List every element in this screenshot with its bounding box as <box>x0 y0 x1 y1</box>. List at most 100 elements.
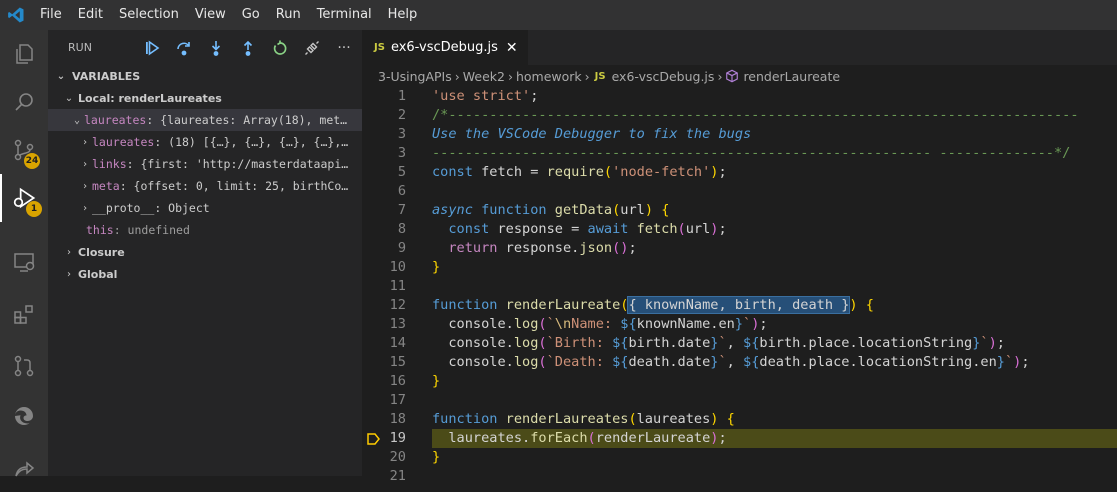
variable-row[interactable]: › laureates: (18) [{…}, {…}, {…}, {…},… <box>48 131 362 153</box>
remote-explorer-icon[interactable] <box>0 238 48 286</box>
code-token: ` <box>718 354 727 370</box>
chevron-right-icon: › <box>81 136 89 148</box>
breakpoint-gutter[interactable] <box>362 258 384 277</box>
scope-global[interactable]: › Global <box>48 263 362 285</box>
variable-row[interactable]: › __proto__: Object <box>48 197 362 219</box>
js-file-icon: JS <box>594 70 606 82</box>
tab-ex6-vscdebug[interactable]: JS ex6-vscDebug.js ✕ <box>362 30 528 65</box>
breakpoint-gutter[interactable] <box>362 391 384 410</box>
breakpoint-gutter[interactable] <box>362 163 384 182</box>
search-icon[interactable] <box>0 78 48 126</box>
extensions-icon[interactable] <box>0 290 48 338</box>
variables-section-header[interactable]: ⌄ VARIABLES <box>48 65 362 87</box>
edge-devtools-icon[interactable] <box>0 392 48 440</box>
explorer-icon[interactable] <box>0 30 48 78</box>
breakpoint-gutter[interactable] <box>362 277 384 296</box>
breakpoint-gutter[interactable] <box>362 448 384 467</box>
code-token: { <box>661 202 670 218</box>
breakpoint-gutter[interactable] <box>362 144 384 163</box>
menu-help[interactable]: Help <box>380 0 426 30</box>
step-into-icon[interactable] <box>200 36 232 60</box>
variable-row[interactable]: › meta: {offset: 0, limit: 25, birthCo… <box>48 175 362 197</box>
line-number: 1 <box>397 88 406 104</box>
variable-row[interactable]: ⌄ laureates: {laureates: Array(18), met… <box>48 109 362 131</box>
line-number: 14 <box>389 335 406 351</box>
code-token: Name: <box>571 316 621 332</box>
breakpoint-gutter[interactable] <box>362 315 384 334</box>
scope-local-label: Local: renderLaureates <box>78 91 222 105</box>
breadcrumb-item[interactable]: renderLaureate <box>743 69 840 84</box>
line-content <box>432 277 1117 296</box>
menu-edit[interactable]: Edit <box>70 0 111 30</box>
breakpoint-gutter[interactable] <box>362 296 384 315</box>
breakpoint-gutter[interactable] <box>362 334 384 353</box>
variable-name: meta <box>92 179 120 193</box>
close-icon[interactable]: ✕ <box>506 40 518 56</box>
breakpoint-gutter[interactable] <box>362 410 384 429</box>
menu-terminal[interactable]: Terminal <box>309 0 380 30</box>
variable-row[interactable]: › links: {first: 'http://masterdataapi… <box>48 153 362 175</box>
code-token: ` <box>1004 354 1014 370</box>
breadcrumb-item[interactable]: 3-UsingAPIs <box>378 69 452 84</box>
breakpoint-gutter[interactable] <box>362 182 384 201</box>
line-number: 3 <box>397 145 406 161</box>
variable-value: : {offset: 0, limit: 25, birthCo… <box>119 179 349 193</box>
menu-selection[interactable]: Selection <box>111 0 187 30</box>
disconnect-icon[interactable] <box>296 36 328 60</box>
line-number: 19 <box>389 430 406 446</box>
line-number: 10 <box>389 259 406 275</box>
run-debug-sidebar: RUN ··· ⌄ VARIABLES ⌄ Local: renderLaure… <box>48 30 362 476</box>
continue-icon[interactable] <box>136 36 168 60</box>
breadcrumb-item[interactable]: homework <box>516 69 582 84</box>
breakpoint-gutter[interactable] <box>362 372 384 391</box>
step-over-icon[interactable] <box>168 36 200 60</box>
code-editor[interactable]: 1 'use strict'; 2 /*-----------------------… <box>362 87 1117 486</box>
code-token: ; <box>718 164 727 180</box>
breakpoint-gutter[interactable] <box>362 87 384 106</box>
scope-closure[interactable]: › Closure <box>48 241 362 263</box>
code-token: ; <box>530 88 539 104</box>
chevron-right-icon: › <box>507 68 513 84</box>
chevron-right-icon: › <box>584 68 590 84</box>
line-content: } <box>432 372 1117 391</box>
breakpoint-gutter[interactable] <box>362 201 384 220</box>
code-token: response. <box>497 240 580 256</box>
menu-bar: File Edit Selection View Go Run Terminal Help <box>32 0 425 30</box>
step-out-icon[interactable] <box>232 36 264 60</box>
breadcrumb-item[interactable]: ex6-vscDebug.js <box>612 69 715 84</box>
tab-label: ex6-vscDebug.js <box>390 40 498 55</box>
git-pull-request-icon[interactable] <box>0 342 48 390</box>
code-token: ----------------------------------------… <box>432 145 1071 161</box>
breakpoint-gutter[interactable] <box>362 125 384 144</box>
live-share-icon[interactable] <box>0 444 48 492</box>
breadcrumb-item[interactable]: Week2 <box>463 69 505 84</box>
code-token: async <box>432 202 473 218</box>
code-token: ; <box>759 316 768 332</box>
breakpoint-gutter[interactable] <box>362 353 384 372</box>
breakpoint-gutter[interactable] <box>362 467 384 486</box>
run-debug-icon[interactable]: 1 <box>0 174 48 222</box>
current-line-pointer-icon[interactable] <box>362 429 384 448</box>
menu-file[interactable]: File <box>32 0 70 30</box>
code-token: ${ <box>612 354 629 370</box>
menu-run[interactable]: Run <box>268 0 309 30</box>
line-number: 2 <box>397 107 406 123</box>
menu-go[interactable]: Go <box>234 0 268 30</box>
source-control-icon[interactable]: 24 <box>0 126 48 174</box>
code-token: await <box>587 221 629 237</box>
breakpoint-gutter[interactable] <box>362 239 384 258</box>
line-content: const response = await fetch(url); <box>432 220 1117 239</box>
more-actions-icon[interactable]: ··· <box>328 36 360 60</box>
chevron-right-icon: › <box>81 180 89 192</box>
scope-local[interactable]: ⌄ Local: renderLaureates <box>48 87 362 109</box>
restart-icon[interactable] <box>264 36 296 60</box>
breakpoint-gutter[interactable] <box>362 220 384 239</box>
menu-view[interactable]: View <box>187 0 234 30</box>
line-number: 15 <box>389 354 406 370</box>
breakpoint-gutter[interactable] <box>362 106 384 125</box>
code-token: knownName.en <box>636 316 735 332</box>
variable-row[interactable]: this: undefined <box>48 219 362 241</box>
